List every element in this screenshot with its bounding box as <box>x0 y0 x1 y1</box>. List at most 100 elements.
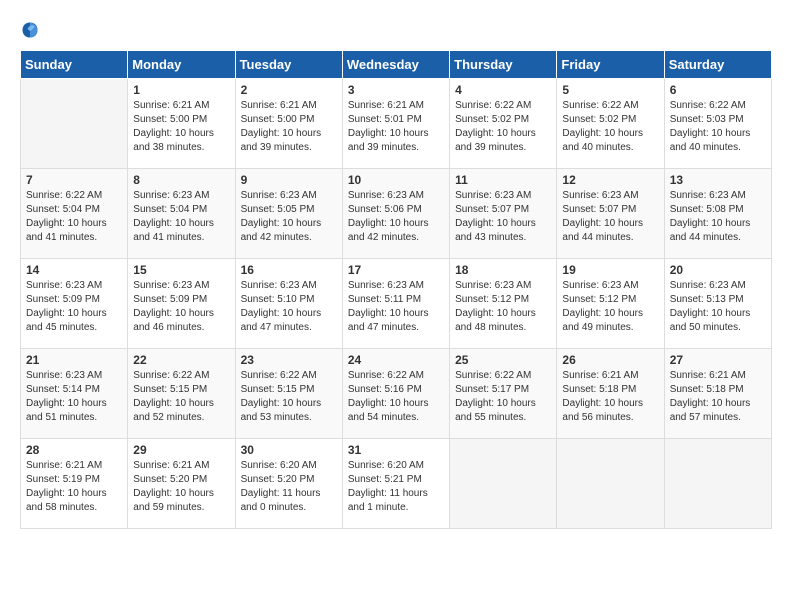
day-number: 15 <box>133 263 229 277</box>
day-cell: 30Sunrise: 6:20 AM Sunset: 5:20 PM Dayli… <box>235 439 342 529</box>
day-number: 28 <box>26 443 122 457</box>
day-cell: 6 Sunrise: 6:22 AM Sunset: 5:03 PM Daylig… <box>664 79 771 169</box>
day-info: Sunrise: 6:23 AM Sunset: 5:09 PM Dayligh… <box>133 279 229 335</box>
day-number: 11 <box>455 173 551 187</box>
day-number: 9 <box>241 173 337 187</box>
day-number: 23 <box>241 353 337 367</box>
day-cell: 28 Sunrise: 6:21 AM Sunset: 5:19 PM Dayli… <box>21 439 128 529</box>
day-info: Sunrise: 6:21 AM Sunset: 5:19 PM Dayligh… <box>26 459 122 515</box>
day-info: Sunrise: 6:21 AM Sunset: 5:18 PM Dayligh… <box>670 369 766 425</box>
page-header <box>20 20 772 40</box>
day-cell: 4 Sunrise: 6:22 AM Sunset: 5:02 PM Daylig… <box>450 79 557 169</box>
day-info: Sunrise: 6:20 AM Sunset: 5:20 PM Dayligh… <box>241 459 337 515</box>
day-cell: 25 Sunrise: 6:22 AM Sunset: 5:17 PM Dayli… <box>450 349 557 439</box>
day-info: Sunrise: 6:21 AM Sunset: 5:20 PM Dayligh… <box>133 459 229 515</box>
day-info: Sunrise: 6:21 AM Sunset: 5:00 PM Dayligh… <box>241 99 337 155</box>
week-row-1: 1 Sunrise: 6:21 AM Sunset: 5:00 PM Daylig… <box>21 79 772 169</box>
day-info: Sunrise: 6:23 AM Sunset: 5:14 PM Dayligh… <box>26 369 122 425</box>
day-cell: 18Sunrise: 6:23 AM Sunset: 5:12 PM Dayli… <box>450 259 557 349</box>
day-info: Sunrise: 6:22 AM Sunset: 5:03 PM Dayligh… <box>670 99 766 155</box>
day-cell: 27 Sunrise: 6:21 AM Sunset: 5:18 PM Dayli… <box>664 349 771 439</box>
day-cell: 12 Sunrise: 6:23 AM Sunset: 5:07 PM Dayli… <box>557 169 664 259</box>
day-cell: 19 Sunrise: 6:23 AM Sunset: 5:12 PM Dayli… <box>557 259 664 349</box>
day-cell: 20 Sunrise: 6:23 AM Sunset: 5:13 PM Dayli… <box>664 259 771 349</box>
day-info: Sunrise: 6:23 AM Sunset: 5:09 PM Dayligh… <box>26 279 122 335</box>
header-cell-tuesday: Tuesday <box>235 51 342 79</box>
day-cell: 2 Sunrise: 6:21 AM Sunset: 5:00 PM Daylig… <box>235 79 342 169</box>
day-number: 21 <box>26 353 122 367</box>
day-info: Sunrise: 6:23 AM Sunset: 5:06 PM Dayligh… <box>348 189 444 245</box>
day-number: 24 <box>348 353 444 367</box>
day-cell: 17Sunrise: 6:23 AM Sunset: 5:11 PM Dayli… <box>342 259 449 349</box>
header-cell-saturday: Saturday <box>664 51 771 79</box>
day-info: Sunrise: 6:23 AM Sunset: 5:04 PM Dayligh… <box>133 189 229 245</box>
day-number: 10 <box>348 173 444 187</box>
day-cell: 10 Sunrise: 6:23 AM Sunset: 5:06 PM Dayli… <box>342 169 449 259</box>
day-cell: 21 Sunrise: 6:23 AM Sunset: 5:14 PM Dayli… <box>21 349 128 439</box>
day-number: 25 <box>455 353 551 367</box>
day-info: Sunrise: 6:23 AM Sunset: 5:07 PM Dayligh… <box>562 189 658 245</box>
week-row-4: 21 Sunrise: 6:23 AM Sunset: 5:14 PM Dayli… <box>21 349 772 439</box>
day-cell: 5Sunrise: 6:22 AM Sunset: 5:02 PM Daylig… <box>557 79 664 169</box>
day-number: 14 <box>26 263 122 277</box>
day-info: Sunrise: 6:23 AM Sunset: 5:13 PM Dayligh… <box>670 279 766 335</box>
day-cell: 14 Sunrise: 6:23 AM Sunset: 5:09 PM Dayli… <box>21 259 128 349</box>
day-info: Sunrise: 6:23 AM Sunset: 5:08 PM Dayligh… <box>670 189 766 245</box>
day-info: Sunrise: 6:21 AM Sunset: 5:18 PM Dayligh… <box>562 369 658 425</box>
day-cell: 9 Sunrise: 6:23 AM Sunset: 5:05 PM Daylig… <box>235 169 342 259</box>
day-info: Sunrise: 6:23 AM Sunset: 5:07 PM Dayligh… <box>455 189 551 245</box>
day-number: 19 <box>562 263 658 277</box>
day-number: 26 <box>562 353 658 367</box>
day-cell: 7Sunrise: 6:22 AM Sunset: 5:04 PM Daylig… <box>21 169 128 259</box>
header-cell-sunday: Sunday <box>21 51 128 79</box>
day-info: Sunrise: 6:22 AM Sunset: 5:02 PM Dayligh… <box>455 99 551 155</box>
day-number: 29 <box>133 443 229 457</box>
day-number: 17 <box>348 263 444 277</box>
day-cell: 31Sunrise: 6:20 AM Sunset: 5:21 PM Dayli… <box>342 439 449 529</box>
day-cell: 15 Sunrise: 6:23 AM Sunset: 5:09 PM Dayli… <box>128 259 235 349</box>
day-info: Sunrise: 6:23 AM Sunset: 5:05 PM Dayligh… <box>241 189 337 245</box>
day-number: 2 <box>241 83 337 97</box>
day-info: Sunrise: 6:22 AM Sunset: 5:17 PM Dayligh… <box>455 369 551 425</box>
day-number: 6 <box>670 83 766 97</box>
day-info: Sunrise: 6:23 AM Sunset: 5:12 PM Dayligh… <box>562 279 658 335</box>
calendar-table: SundayMondayTuesdayWednesdayThursdayFrid… <box>20 50 772 529</box>
logo-icon <box>20 20 40 40</box>
day-cell <box>21 79 128 169</box>
logo <box>20 20 44 40</box>
day-number: 1 <box>133 83 229 97</box>
header-cell-friday: Friday <box>557 51 664 79</box>
day-cell: 22Sunrise: 6:22 AM Sunset: 5:15 PM Dayli… <box>128 349 235 439</box>
day-cell <box>664 439 771 529</box>
day-cell <box>450 439 557 529</box>
day-info: Sunrise: 6:21 AM Sunset: 5:00 PM Dayligh… <box>133 99 229 155</box>
day-number: 13 <box>670 173 766 187</box>
day-number: 20 <box>670 263 766 277</box>
header-cell-thursday: Thursday <box>450 51 557 79</box>
day-number: 8 <box>133 173 229 187</box>
day-cell: 29 Sunrise: 6:21 AM Sunset: 5:20 PM Dayli… <box>128 439 235 529</box>
day-cell: 13 Sunrise: 6:23 AM Sunset: 5:08 PM Dayli… <box>664 169 771 259</box>
day-info: Sunrise: 6:22 AM Sunset: 5:04 PM Dayligh… <box>26 189 122 245</box>
day-cell: 24 Sunrise: 6:22 AM Sunset: 5:16 PM Dayli… <box>342 349 449 439</box>
day-cell: 8 Sunrise: 6:23 AM Sunset: 5:04 PM Daylig… <box>128 169 235 259</box>
header-row: SundayMondayTuesdayWednesdayThursdayFrid… <box>21 51 772 79</box>
day-number: 3 <box>348 83 444 97</box>
day-number: 4 <box>455 83 551 97</box>
day-cell: 1 Sunrise: 6:21 AM Sunset: 5:00 PM Daylig… <box>128 79 235 169</box>
day-info: Sunrise: 6:22 AM Sunset: 5:16 PM Dayligh… <box>348 369 444 425</box>
day-number: 27 <box>670 353 766 367</box>
day-number: 31 <box>348 443 444 457</box>
day-info: Sunrise: 6:23 AM Sunset: 5:12 PM Dayligh… <box>455 279 551 335</box>
day-cell: 11 Sunrise: 6:23 AM Sunset: 5:07 PM Dayli… <box>450 169 557 259</box>
day-info: Sunrise: 6:21 AM Sunset: 5:01 PM Dayligh… <box>348 99 444 155</box>
day-number: 12 <box>562 173 658 187</box>
day-info: Sunrise: 6:23 AM Sunset: 5:10 PM Dayligh… <box>241 279 337 335</box>
week-row-2: 7Sunrise: 6:22 AM Sunset: 5:04 PM Daylig… <box>21 169 772 259</box>
day-info: Sunrise: 6:22 AM Sunset: 5:15 PM Dayligh… <box>241 369 337 425</box>
day-number: 16 <box>241 263 337 277</box>
day-cell: 26 Sunrise: 6:21 AM Sunset: 5:18 PM Dayli… <box>557 349 664 439</box>
day-cell <box>557 439 664 529</box>
day-cell: 23 Sunrise: 6:22 AM Sunset: 5:15 PM Dayli… <box>235 349 342 439</box>
week-row-5: 28 Sunrise: 6:21 AM Sunset: 5:19 PM Dayli… <box>21 439 772 529</box>
